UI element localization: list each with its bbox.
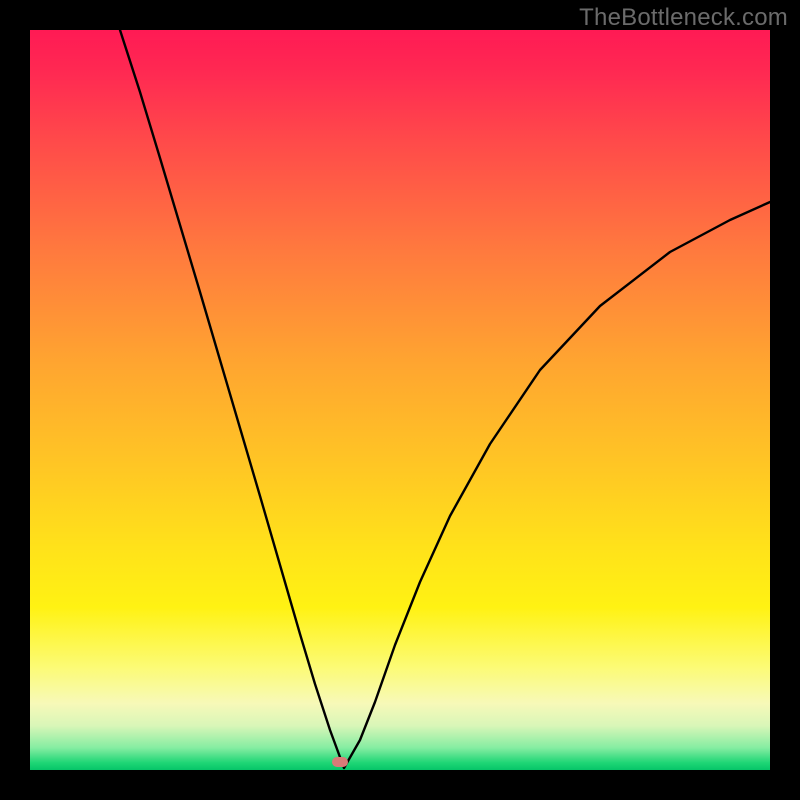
bottleneck-curve [30,30,770,770]
optimum-marker [332,757,348,767]
chart-frame: TheBottleneck.com [0,0,800,800]
plot-area [30,30,770,770]
watermark-text: TheBottleneck.com [579,4,788,32]
